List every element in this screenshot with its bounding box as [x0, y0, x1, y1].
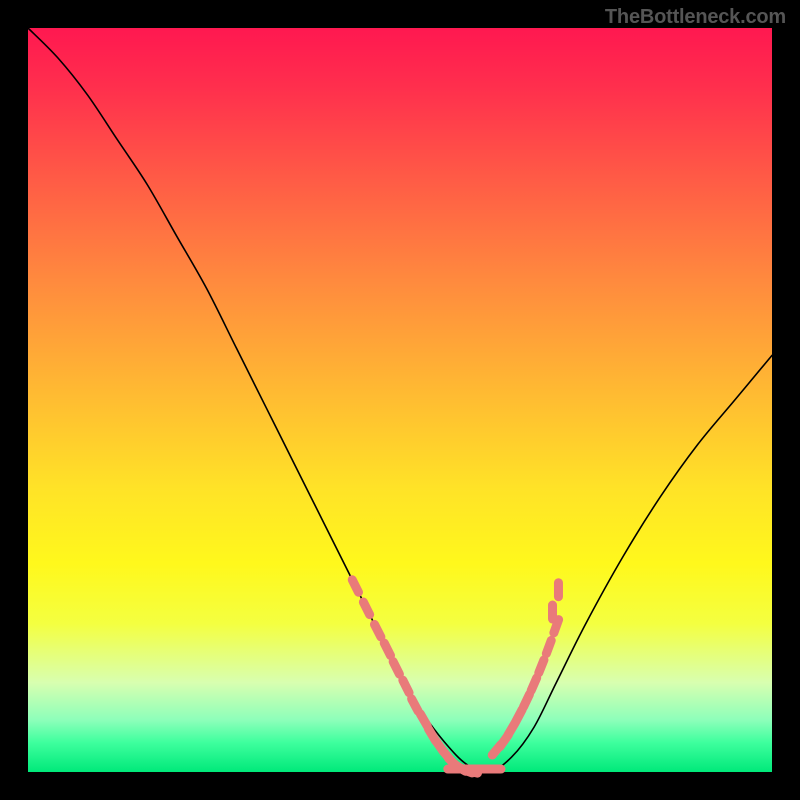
data-marker: [546, 640, 551, 653]
data-marker: [412, 699, 419, 711]
data-marker: [384, 643, 390, 656]
data-marker: [420, 714, 427, 726]
data-marker: [531, 678, 537, 691]
data-marker: [393, 662, 399, 675]
watermark-text: TheBottleneck.com: [605, 6, 786, 29]
bottleneck-curve: [28, 28, 772, 772]
chart-svg: [28, 28, 772, 772]
data-marker: [516, 709, 523, 721]
chart-area: [28, 28, 772, 772]
data-marker: [352, 580, 358, 593]
data-marker: [363, 602, 369, 615]
data-marker: [539, 660, 544, 673]
data-marker: [403, 680, 409, 693]
data-marker: [523, 694, 529, 707]
data-markers: [352, 580, 558, 773]
data-marker: [375, 624, 381, 636]
